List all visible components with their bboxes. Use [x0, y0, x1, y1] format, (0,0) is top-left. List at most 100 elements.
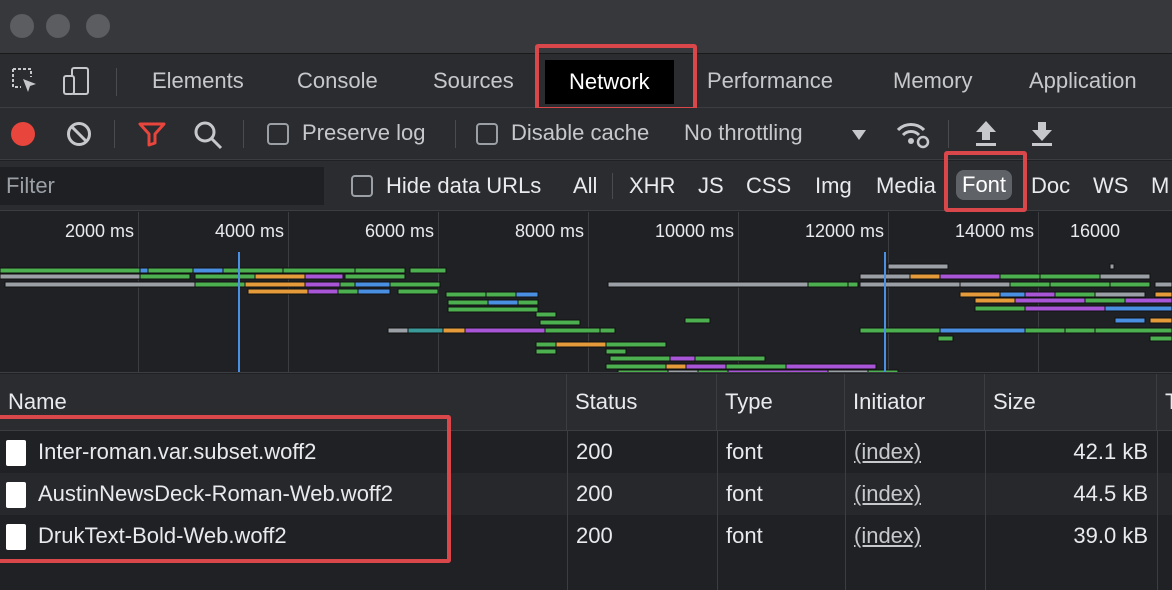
preserve-log-checkbox[interactable]: [267, 123, 289, 145]
request-timing-bar: [1014, 297, 1086, 304]
request-timing-bar: [247, 288, 309, 295]
request-timing-bar: [407, 327, 444, 334]
toolbar-divider: [243, 120, 244, 148]
inspect-element-icon[interactable]: [10, 66, 40, 101]
filter-type-doc[interactable]: Doc: [1031, 173, 1070, 199]
request-timing-bar: [517, 299, 539, 306]
tab-console[interactable]: Console: [297, 54, 378, 108]
request-timing-bar: [605, 348, 627, 355]
tab-performance[interactable]: Performance: [707, 54, 833, 108]
request-timing-bar: [389, 281, 441, 288]
filter-input[interactable]: [0, 167, 324, 205]
search-icon[interactable]: [193, 120, 223, 155]
filter-type-xhr[interactable]: XHR: [629, 173, 675, 199]
preserve-log-label: Preserve log: [302, 120, 426, 145]
device-toolbar-icon[interactable]: [60, 64, 94, 103]
toolbar-divider: [948, 120, 949, 148]
request-size: 42.1 kB: [1073, 439, 1148, 464]
request-timing-bar: [999, 291, 1026, 298]
filter-type-manifest[interactable]: M: [1151, 173, 1169, 199]
disable-cache-checkbox[interactable]: [476, 123, 498, 145]
record-icon[interactable]: [10, 121, 36, 152]
import-har-icon[interactable]: [973, 119, 999, 154]
timeline-overview[interactable]: 2000 ms 4000 ms 6000 ms 8000 ms 10000 ms…: [0, 212, 1172, 373]
request-timing-bar: [607, 281, 809, 288]
request-timing-bar: [909, 273, 941, 280]
request-timing-bar: [397, 288, 439, 295]
filter-type-ws[interactable]: WS: [1093, 173, 1128, 199]
request-timing-bar: [847, 281, 859, 288]
request-timing-bar: [1084, 297, 1126, 304]
filter-type-media[interactable]: Media: [876, 173, 936, 199]
request-timing-bar: [1099, 273, 1151, 280]
request-timing-bar: [1124, 297, 1172, 304]
request-timing-bar: [1049, 281, 1111, 288]
request-timing-bar: [254, 273, 306, 280]
request-timing-bar: [304, 273, 344, 280]
column-header-initiator[interactable]: Initiator: [845, 374, 985, 430]
throttling-select[interactable]: No throttling: [684, 120, 803, 146]
column-header-size[interactable]: Size: [985, 374, 1157, 430]
column-divider: [985, 430, 986, 590]
request-type: font: [726, 481, 763, 506]
request-timing-bar: [1114, 317, 1146, 324]
request-timing-bar: [1104, 305, 1172, 312]
network-conditions-icon[interactable]: [895, 120, 931, 155]
tab-elements[interactable]: Elements: [152, 54, 244, 108]
request-timing-bar: [282, 267, 356, 274]
request-timing-bar: [139, 273, 191, 280]
request-timing-bar: [535, 348, 557, 355]
tabbar-divider: [116, 68, 117, 96]
request-timing-bar: [1039, 273, 1101, 280]
request-timing-bar: [304, 281, 341, 288]
request-initiator-link[interactable]: (index): [854, 431, 921, 473]
chevron-down-icon[interactable]: [851, 128, 867, 146]
column-header-status[interactable]: Status: [567, 374, 717, 430]
clear-icon[interactable]: [66, 121, 92, 152]
filter-type-img[interactable]: Img: [815, 173, 852, 199]
column-header-type[interactable]: Type: [717, 374, 845, 430]
filter-type-all[interactable]: All: [573, 173, 597, 199]
request-timing-bar: [827, 369, 869, 372]
request-timing-bar: [1064, 327, 1096, 334]
request-timing-bar: [344, 273, 406, 280]
request-timing-bar: [694, 355, 766, 362]
request-timing-bar: [1154, 291, 1172, 298]
request-timing-bar: [487, 299, 519, 306]
request-timing-bar: [354, 281, 391, 288]
request-timing-bar: [1024, 305, 1106, 312]
filter-icon[interactable]: [138, 121, 166, 152]
column-divider: [567, 430, 568, 590]
request-timing-bar: [859, 281, 961, 288]
request-type: font: [726, 439, 763, 464]
request-status: 200: [576, 439, 613, 464]
request-timing-bar: [727, 369, 829, 372]
request-type: font: [726, 523, 763, 548]
request-timing-bar: [222, 267, 284, 274]
tab-sources[interactable]: Sources: [433, 54, 514, 108]
close-window-button[interactable]: [10, 14, 34, 38]
request-timing-bar: [147, 267, 194, 274]
request-initiator-link[interactable]: (index): [854, 515, 921, 557]
request-timing-bar: [605, 341, 667, 348]
minimize-window-button[interactable]: [46, 14, 70, 38]
request-timing-bar: [1094, 327, 1172, 334]
filter-type-css[interactable]: CSS: [746, 173, 791, 199]
request-size: 44.5 kB: [1073, 481, 1148, 506]
request-timing-bar: [939, 273, 1001, 280]
export-har-icon[interactable]: [1029, 119, 1055, 154]
request-timing-bar: [339, 281, 356, 288]
request-timing-bar: [535, 341, 557, 348]
tab-memory[interactable]: Memory: [893, 54, 972, 108]
request-timing-bar: [959, 291, 1001, 298]
request-timing-bar: [785, 363, 877, 370]
request-initiator-link[interactable]: (index): [854, 473, 921, 515]
request-timing-bar: [307, 288, 339, 295]
maximize-window-button[interactable]: [86, 14, 110, 38]
column-header-time[interactable]: T: [1157, 374, 1172, 430]
tab-application[interactable]: Application: [1029, 54, 1137, 108]
request-timing-bar: [697, 369, 729, 372]
filter-type-js[interactable]: JS: [698, 173, 724, 199]
hide-data-urls-checkbox[interactable]: [351, 175, 373, 197]
request-timing-bar: [605, 363, 667, 370]
